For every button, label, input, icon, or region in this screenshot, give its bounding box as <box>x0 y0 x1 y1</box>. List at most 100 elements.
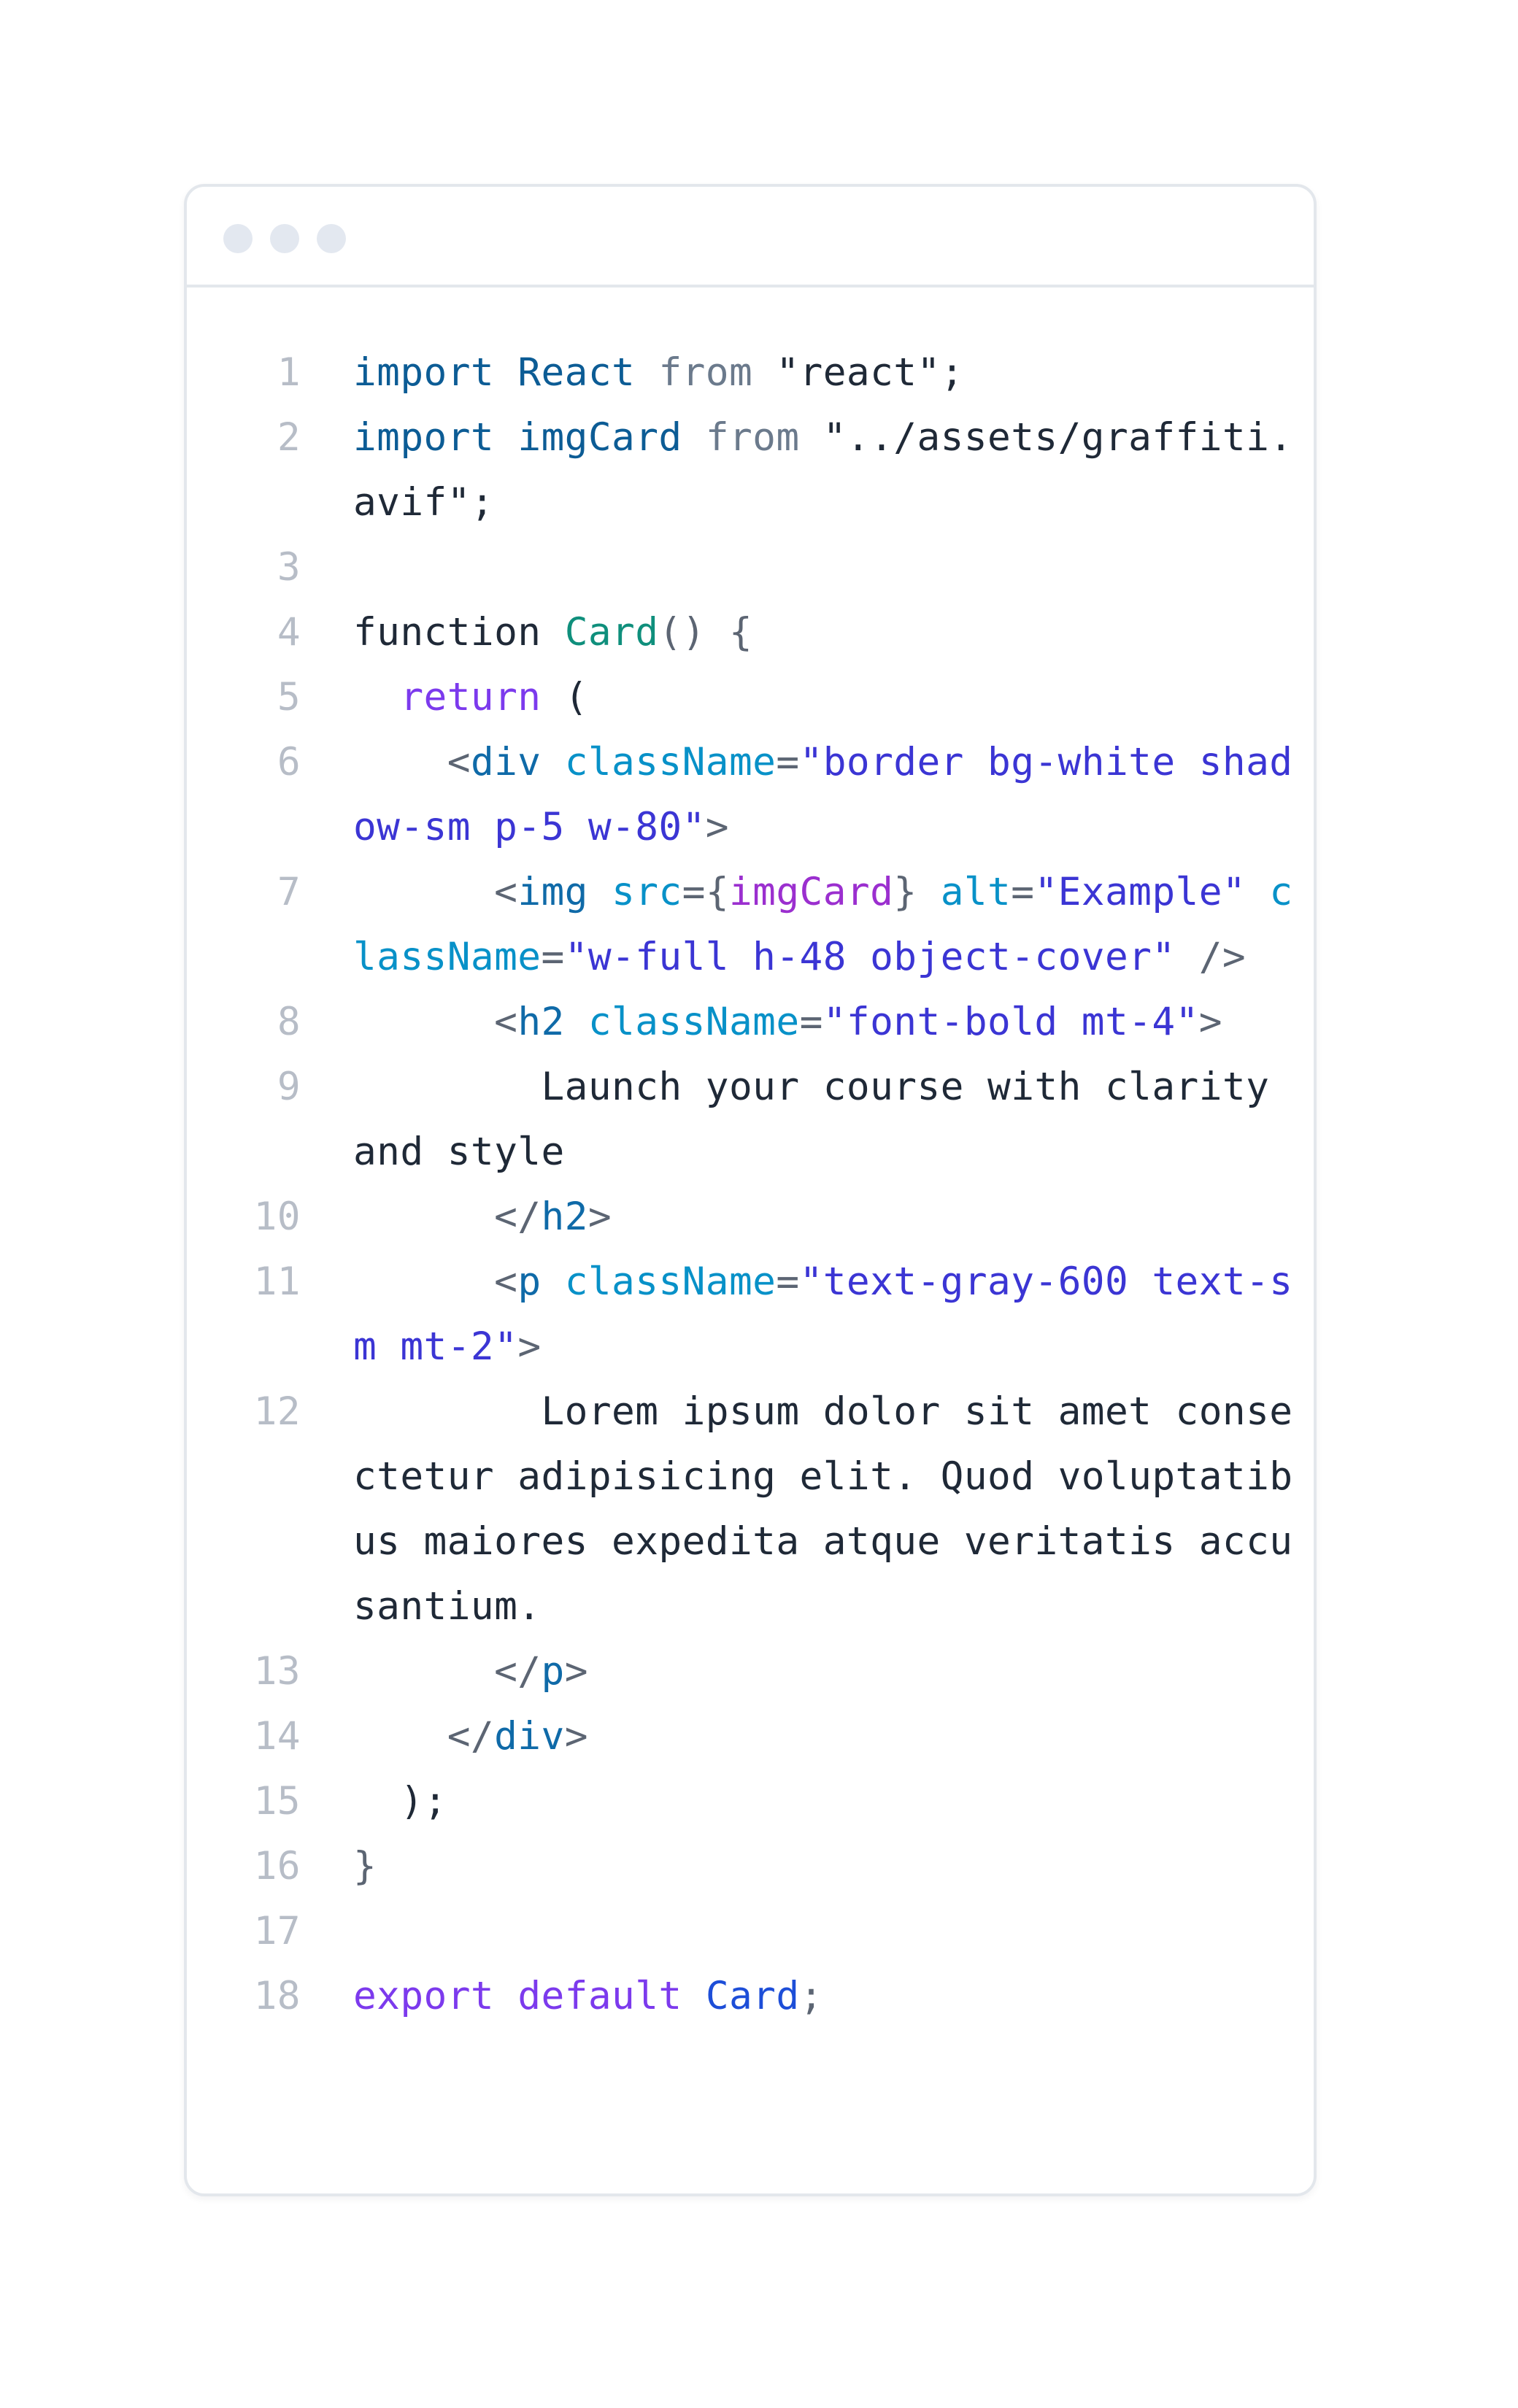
code-token: import <box>353 415 495 460</box>
code-token: < <box>494 870 518 914</box>
code-token: "Example" <box>1034 870 1247 914</box>
code-token: h2 <box>517 1000 565 1044</box>
code-token: return <box>400 675 542 719</box>
line-number: 1 <box>277 350 301 395</box>
line-number: 5 <box>277 675 301 719</box>
line-number: 9 <box>277 1065 301 1109</box>
code-token: p <box>517 1259 542 1304</box>
code-token: Card <box>705 1974 800 2018</box>
code-line: 9 Launch your course with clarity and st… <box>187 1054 1296 1184</box>
code-token: < <box>494 1259 518 1304</box>
window-dot-3 <box>317 224 346 253</box>
code-token: img <box>517 870 588 914</box>
code-token: </ <box>447 1714 495 1759</box>
code-token: { <box>705 870 729 914</box>
window-titlebar <box>187 187 1314 288</box>
code-line: 4 function Card() { <box>187 600 1296 665</box>
window-dot-1 <box>223 224 253 253</box>
code-token: = <box>1011 870 1035 914</box>
code-token: className <box>587 1000 800 1044</box>
code-token: > <box>564 1649 588 1694</box>
code-token: > <box>517 1324 542 1369</box>
code-line: 17 <box>187 1899 1296 1964</box>
line-number: 16 <box>253 1844 301 1888</box>
code-line: 6 <div className="border bg-white shadow… <box>187 730 1296 860</box>
code-token: "font-bold mt-4" <box>822 1000 1199 1044</box>
line-number: 13 <box>253 1649 301 1694</box>
code-token: "react"; <box>776 350 964 395</box>
code-token: = <box>799 1000 823 1044</box>
line-number: 6 <box>277 740 301 784</box>
line-number: 10 <box>253 1195 301 1239</box>
line-number: 15 <box>253 1779 301 1824</box>
code-token: h2 <box>541 1195 588 1239</box>
code-token: } <box>893 870 917 914</box>
code-token: div <box>494 1714 565 1759</box>
code-token: ( <box>541 675 588 719</box>
code-token: > <box>705 805 729 849</box>
code-token: = <box>682 870 706 914</box>
code-window: 1 import React from "react"; 2 import img Ca… <box>184 184 1317 2196</box>
code-token: export <box>353 1974 495 2018</box>
line-number: 14 <box>253 1714 301 1759</box>
code-token: from <box>658 350 753 395</box>
code-block: 1 import React from "react"; 2 import img Ca… <box>187 340 1314 2029</box>
code-token: React <box>517 350 636 395</box>
code-token: "w-full h-48 object-cover" <box>564 935 1176 979</box>
code-token: ); <box>353 1779 447 1824</box>
code-line: 2 import imgCard from "../assets/graffiti… <box>187 405 1296 535</box>
code-line: 14 </div> <box>187 1704 1296 1769</box>
code-line: 13 </p> <box>187 1639 1296 1704</box>
code-token: Launch your course with clarity and styl… <box>353 1065 1293 1174</box>
code-token: p <box>541 1649 565 1694</box>
code-token: Card <box>564 610 659 655</box>
code-line: 8 <h2 className="font-bold mt-4"> <box>187 989 1296 1054</box>
code-line: 18 export default Card; <box>187 1964 1296 2029</box>
code-line: 15 ); <box>187 1769 1296 1834</box>
line-number: 7 <box>277 870 301 914</box>
code-token: = <box>541 935 565 979</box>
code-token: className <box>564 1259 777 1304</box>
code-line: 7 <img src={imgCard} alt="Example" class… <box>187 860 1296 989</box>
line-number: 2 <box>277 415 301 460</box>
code-line: 12 Lorem ipsum dolor sit amet consectetu… <box>187 1379 1296 1639</box>
code-token: ; <box>799 1974 823 2018</box>
code-token: </ <box>494 1649 542 1694</box>
code-line: 11 <p className="text-gray-600 text-sm m… <box>187 1249 1296 1379</box>
code-token: default <box>517 1974 682 2018</box>
code-token: () { <box>658 610 753 655</box>
code-line: 16} <box>187 1834 1296 1899</box>
line-number: 8 <box>277 1000 301 1044</box>
code-token: < <box>494 1000 518 1044</box>
code-token: > <box>1198 1000 1222 1044</box>
line-number: 18 <box>253 1974 301 2018</box>
line-number: 4 <box>277 610 301 655</box>
code-token: /> <box>1175 935 1247 979</box>
code-token: < <box>447 740 471 784</box>
line-number: 17 <box>253 1909 301 1953</box>
code-token: import <box>353 350 495 395</box>
code-token: > <box>587 1195 612 1239</box>
line-number: 11 <box>253 1259 301 1304</box>
code-token: from <box>705 415 800 460</box>
